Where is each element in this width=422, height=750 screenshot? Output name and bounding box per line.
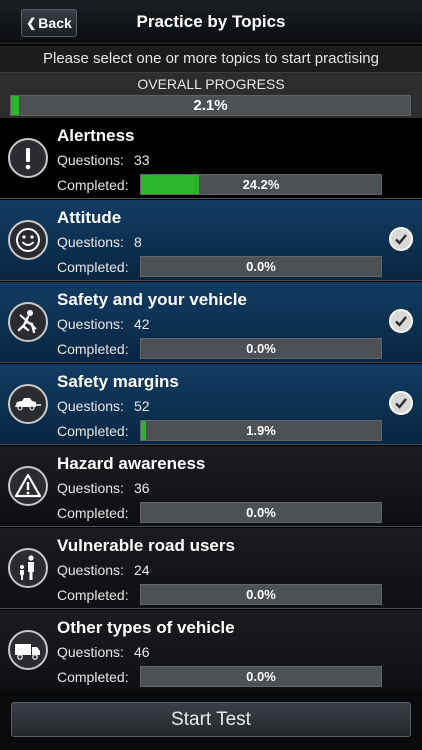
questions-label: Questions: bbox=[57, 644, 124, 660]
truck-icon bbox=[8, 630, 48, 670]
topic-progress-percent: 0.0% bbox=[246, 587, 276, 602]
topic-progress-bar: 0.0% bbox=[140, 256, 382, 277]
topic-row-safety-margins[interactable]: Safety margins Questions: 52 Completed: … bbox=[0, 364, 422, 445]
completed-label: Completed: bbox=[57, 423, 129, 439]
topic-row-safety-and-your-vehicle[interactable]: Safety and your vehicle Questions: 42 Co… bbox=[0, 282, 422, 363]
back-button-label: Back bbox=[38, 15, 72, 31]
questions-label: Questions: bbox=[57, 480, 124, 496]
warning-triangle-icon bbox=[8, 466, 48, 506]
questions-label: Questions: bbox=[57, 398, 124, 414]
completed-label: Completed: bbox=[57, 587, 129, 603]
topic-row-hazard-awareness[interactable]: Hazard awareness Questions: 36 Completed… bbox=[0, 446, 422, 527]
topic-progress-percent: 0.0% bbox=[246, 505, 276, 520]
topic-row-other-types-of-vehicle[interactable]: Other types of vehicle Questions: 46 Com… bbox=[0, 610, 422, 691]
questions-label: Questions: bbox=[57, 152, 124, 168]
questions-label: Questions: bbox=[57, 316, 124, 332]
topic-progress-bar: 0.0% bbox=[140, 666, 382, 687]
topic-progress-bar: 1.9% bbox=[140, 420, 382, 441]
car-tow-icon bbox=[8, 384, 48, 424]
questions-count: 36 bbox=[134, 480, 150, 496]
chevron-left-icon: ❮ bbox=[26, 16, 37, 30]
back-button[interactable]: ❮ Back bbox=[21, 9, 77, 37]
topic-title: Alertness bbox=[57, 126, 135, 145]
topic-title: Attitude bbox=[57, 208, 122, 227]
topic-progress-percent: 1.9% bbox=[246, 423, 276, 438]
overall-progress-percent: 2.1% bbox=[193, 97, 228, 114]
smiley-icon bbox=[8, 220, 48, 260]
completed-label: Completed: bbox=[57, 259, 129, 275]
topic-progress-bar: 0.0% bbox=[140, 584, 382, 605]
topic-progress-bar: 24.2% bbox=[140, 174, 382, 195]
topic-title: Other types of vehicle bbox=[57, 618, 235, 637]
completed-label: Completed: bbox=[57, 341, 129, 357]
questions-count: 52 bbox=[134, 398, 150, 414]
exclamation-icon bbox=[8, 138, 48, 178]
topic-title: Hazard awareness bbox=[57, 454, 206, 473]
bottom-bar: Start Test bbox=[0, 690, 422, 750]
completed-label: Completed: bbox=[57, 505, 129, 521]
checkmark-icon[interactable] bbox=[389, 227, 413, 251]
topic-progress-bar: 0.0% bbox=[140, 338, 382, 359]
questions-label: Questions: bbox=[57, 562, 124, 578]
start-test-button[interactable]: Start Test bbox=[11, 702, 411, 737]
topic-row-alertness[interactable]: Alertness Questions: 33 Completed: 24.2% bbox=[0, 118, 422, 199]
instruction-text: Please select one or more topics to star… bbox=[0, 46, 422, 72]
overall-progress-bar: 2.1% bbox=[10, 95, 411, 116]
topic-row-vulnerable-road-users[interactable]: Vulnerable road users Questions: 24 Comp… bbox=[0, 528, 422, 609]
completed-label: Completed: bbox=[57, 669, 129, 685]
questions-count: 33 bbox=[134, 152, 150, 168]
questions-count: 42 bbox=[134, 316, 150, 332]
nav-bar: Practice by Topics ❮ Back bbox=[0, 0, 422, 44]
topic-row-attitude[interactable]: Attitude Questions: 8 Completed: 0.0% bbox=[0, 200, 422, 281]
checkmark-icon[interactable] bbox=[389, 391, 413, 415]
questions-count: 24 bbox=[134, 562, 150, 578]
topic-progress-percent: 0.0% bbox=[246, 669, 276, 684]
overall-progress: OVERALL PROGRESS 2.1% bbox=[0, 72, 422, 118]
questions-count: 8 bbox=[134, 234, 142, 250]
topic-title: Vulnerable road users bbox=[57, 536, 235, 555]
completed-label: Completed: bbox=[57, 177, 129, 193]
pedestrian-icon bbox=[8, 548, 48, 588]
topic-progress-percent: 0.0% bbox=[246, 259, 276, 274]
questions-label: Questions: bbox=[57, 234, 124, 250]
topic-title: Safety margins bbox=[57, 372, 179, 391]
seatbelt-icon bbox=[8, 302, 48, 342]
topic-progress-percent: 0.0% bbox=[246, 341, 276, 356]
topic-title: Safety and your vehicle bbox=[57, 290, 247, 309]
overall-progress-label: OVERALL PROGRESS bbox=[137, 76, 285, 92]
checkmark-icon[interactable] bbox=[389, 309, 413, 333]
topic-progress-percent: 24.2% bbox=[242, 177, 280, 192]
questions-count: 46 bbox=[134, 644, 150, 660]
topic-progress-bar: 0.0% bbox=[140, 502, 382, 523]
